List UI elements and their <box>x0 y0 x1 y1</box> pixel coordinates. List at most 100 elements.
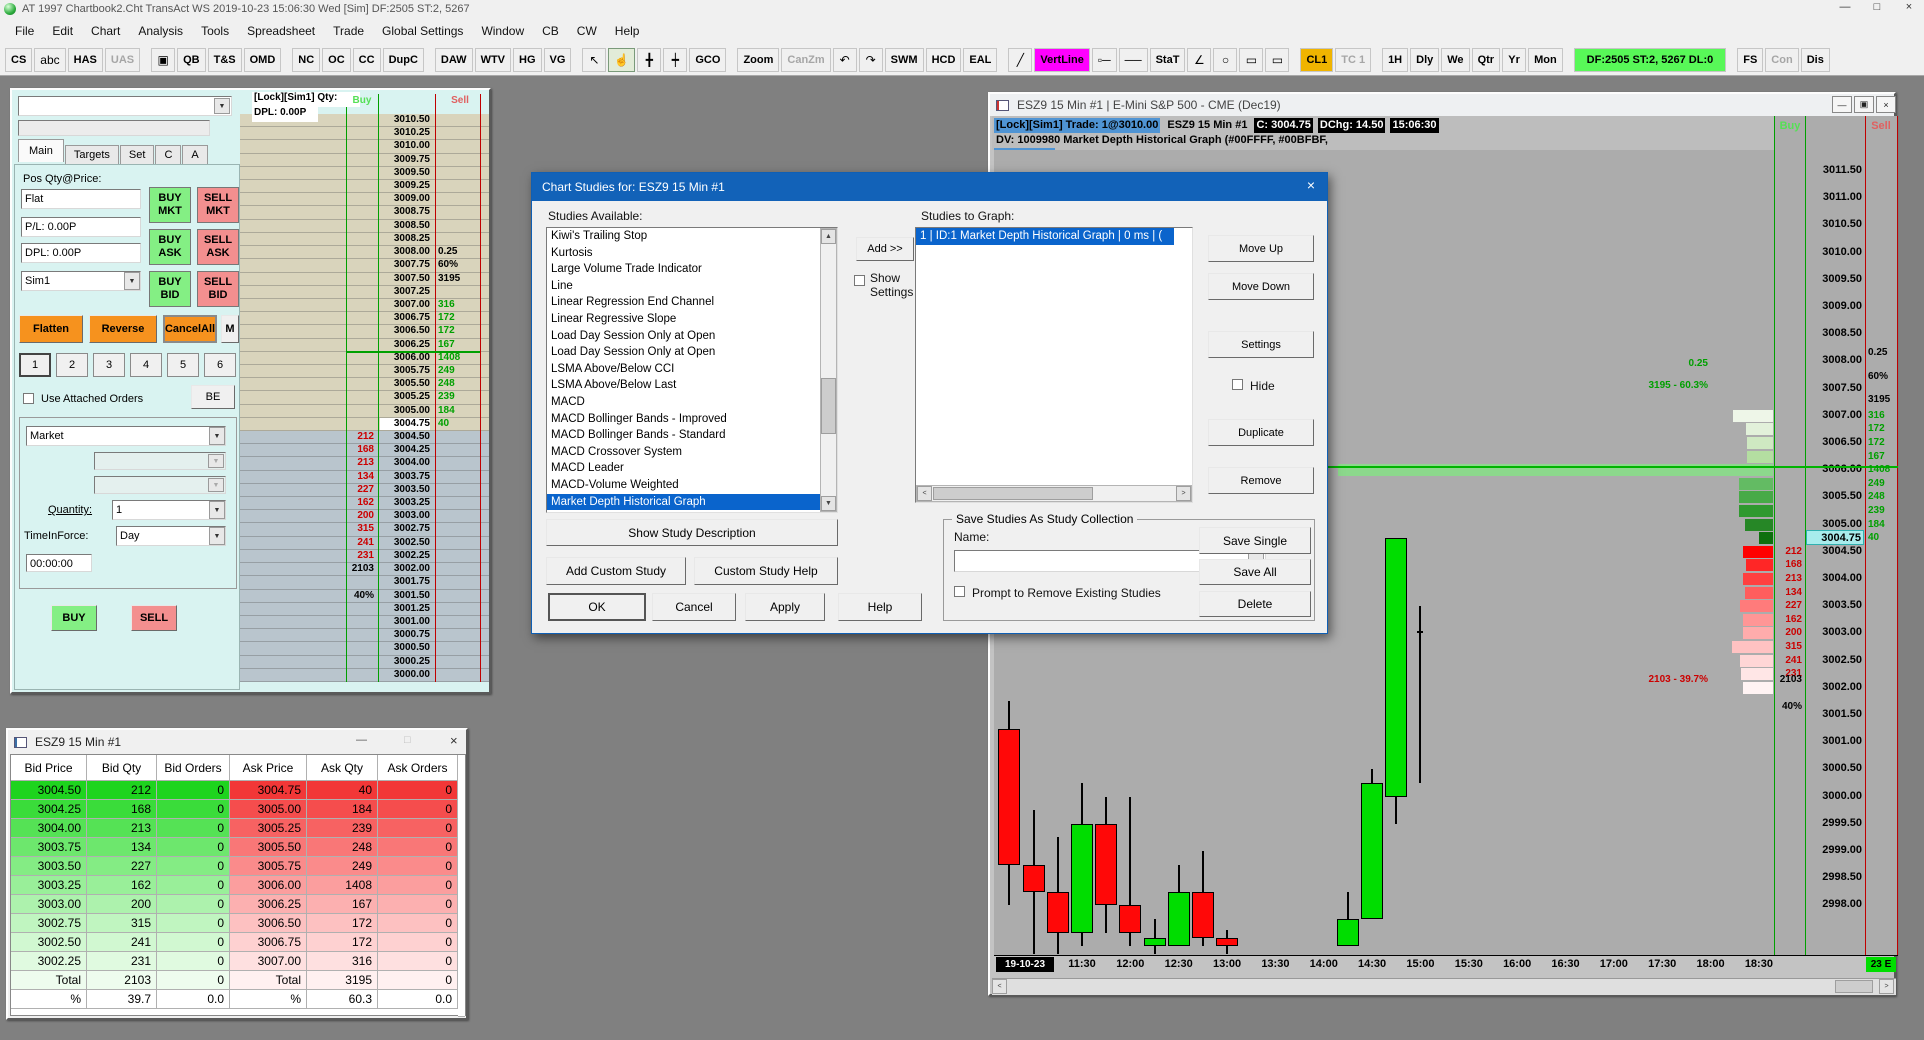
horizontal-line-icon[interactable]: ── <box>1119 48 1148 72</box>
buy-ask-button[interactable]: BUYASK <box>149 229 191 265</box>
sell-bid-button[interactable]: SELLBID <box>197 271 239 307</box>
chevron-down-icon[interactable]: ▼ <box>214 98 230 114</box>
toolbar-button-hcd[interactable]: HCD <box>926 48 962 72</box>
study-list-item[interactable]: Market Depth Historical Graph <box>547 494 820 511</box>
ladder-sell-qty[interactable]: 248 <box>438 378 478 390</box>
scroll-right-icon[interactable]: > <box>1879 979 1894 994</box>
study-list-item[interactable]: Kiwi's Trailing Stop <box>547 228 820 245</box>
spellcheck-icon[interactable]: abc <box>34 48 65 72</box>
toolbar-button-dis[interactable]: Dis <box>1801 48 1830 72</box>
ladder-price[interactable]: 3005.75 <box>380 365 430 377</box>
ladder-row[interactable] <box>240 140 489 153</box>
trendline-icon[interactable]: ╱ <box>1008 48 1032 72</box>
toolbar-button-con[interactable]: Con <box>1765 48 1798 72</box>
preset-5-button[interactable]: 5 <box>167 353 199 377</box>
redo-icon[interactable]: ↷ <box>859 48 883 72</box>
chevron-down-icon[interactable]: ▼ <box>124 272 140 290</box>
ladder-price[interactable]: 3001.75 <box>380 576 430 588</box>
save-all-button[interactable]: Save All <box>1199 559 1311 585</box>
reverse-button[interactable]: Reverse <box>89 315 157 343</box>
app-minimize-button[interactable]: — <box>1836 1 1854 13</box>
study-list-item[interactable]: Load Day Session Only at Open <box>547 328 820 345</box>
tab-targets[interactable]: Targets <box>65 145 119 164</box>
ladder-sell-qty[interactable]: 172 <box>438 312 478 324</box>
toolbar-button-eal[interactable]: EAL <box>963 48 997 72</box>
studies-available-list[interactable]: Kiwi's Trailing StopKurtosisLarge Volume… <box>546 227 838 513</box>
apply-button[interactable]: Apply <box>745 593 825 621</box>
ladder-row[interactable] <box>240 286 489 299</box>
rectangle-icon[interactable]: ▭ <box>1239 48 1263 72</box>
ladder-sell-qty[interactable]: 239 <box>438 391 478 403</box>
app-close-button[interactable]: × <box>1900 1 1918 13</box>
add-study-button[interactable]: Add >> <box>856 237 914 261</box>
prompt-remove-checkbox[interactable] <box>954 586 965 597</box>
ladder-sell-qty[interactable]: 184 <box>438 405 478 417</box>
ladder-price[interactable]: 3008.25 <box>380 233 430 245</box>
toolbar-button-canzm[interactable]: CanZm <box>781 48 830 72</box>
list-scrollbar[interactable] <box>820 228 837 512</box>
crosshair-icon[interactable]: ╋ <box>637 48 661 72</box>
toolbar-button-fs[interactable]: FS <box>1737 48 1763 72</box>
tab-c[interactable]: C <box>155 145 181 164</box>
ladder-sell-qty[interactable]: 249 <box>438 365 478 377</box>
ladder-sell-qty[interactable]: 316 <box>438 299 478 311</box>
graph-list-item[interactable]: 1 | ID:1 Market Depth Historical Graph |… <box>916 228 1174 245</box>
buy-button[interactable]: BUY <box>51 605 97 631</box>
tab-set[interactable]: Set <box>120 145 155 164</box>
toolbar-button-dly[interactable]: Dly <box>1410 48 1439 72</box>
scroll-left-icon[interactable]: < <box>992 979 1007 994</box>
anchored-line-icon[interactable]: ▫─ <box>1092 48 1117 72</box>
ladder-row[interactable] <box>240 669 489 682</box>
ladder-price[interactable]: 3010.25 <box>380 127 430 139</box>
ladder-price[interactable]: 3005.50 <box>380 378 430 390</box>
ladder-price[interactable]: 3009.75 <box>380 154 430 166</box>
sell-mkt-button[interactable]: SELLMKT <box>197 187 239 223</box>
ladder-sell-qty[interactable]: 40 <box>438 418 478 430</box>
save-single-button[interactable]: Save Single <box>1199 527 1311 554</box>
preset-4-button[interactable]: 4 <box>130 353 162 377</box>
tab-main[interactable]: Main <box>18 139 64 162</box>
toolbar-button-hg[interactable]: HG <box>513 48 542 72</box>
flatten-button[interactable]: Flatten <box>19 315 83 343</box>
ladder-sell-qty[interactable]: 1408 <box>438 352 478 364</box>
ladder-price[interactable]: 3006.25 <box>380 339 430 351</box>
settings-button[interactable]: Settings <box>1208 331 1314 358</box>
ladder-price[interactable]: 3003.00 <box>380 510 430 522</box>
toolbar-button-tc-1[interactable]: TC 1 <box>1335 48 1371 72</box>
ladder-row[interactable] <box>240 629 489 642</box>
ladder-price[interactable]: 3003.75 <box>380 471 430 483</box>
ladder-row[interactable] <box>240 127 489 140</box>
toolbar-button-we[interactable]: We <box>1441 48 1469 72</box>
toolbar-button-cs[interactable]: CS <box>5 48 32 72</box>
ladder-row[interactable] <box>240 154 489 167</box>
show-settings-checkbox[interactable] <box>854 275 865 286</box>
crosshair-pointer-icon[interactable]: ┿ <box>663 48 687 72</box>
menu-window[interactable]: Window <box>472 20 533 42</box>
move-up-button[interactable]: Move Up <box>1208 235 1314 262</box>
toolbar-button-zoom[interactable]: Zoom <box>737 48 779 72</box>
menu-cb[interactable]: CB <box>533 20 568 42</box>
ladder-row[interactable] <box>240 167 489 180</box>
toolbar-button-stat[interactable]: StaT <box>1150 48 1186 72</box>
ladder-price[interactable]: 3002.75 <box>380 523 430 535</box>
toolbar-button-wtv[interactable]: WTV <box>475 48 511 72</box>
ladder-sell-qty[interactable]: 3195 <box>438 273 478 285</box>
chevron-down-icon[interactable]: ▼ <box>209 427 225 445</box>
scroll-up-icon[interactable]: ▲ <box>821 229 836 244</box>
menu-analysis[interactable]: Analysis <box>129 20 192 42</box>
cancel-button[interactable]: Cancel <box>652 593 736 621</box>
ladder-sell-qty[interactable]: 167 <box>438 339 478 351</box>
menu-tools[interactable]: Tools <box>192 20 238 42</box>
toolbar-button-gco[interactable]: GCO <box>689 48 726 72</box>
ladder-price[interactable]: 3003.50 <box>380 484 430 496</box>
ladder-price[interactable]: 3006.75 <box>380 312 430 324</box>
ladder-price[interactable]: 3001.00 <box>380 616 430 628</box>
ladder-price[interactable]: 3001.50 <box>380 590 430 602</box>
ladder-price[interactable]: 3006.00 <box>380 352 430 364</box>
ladder-price[interactable]: 3004.00 <box>380 457 430 469</box>
scroll-thumb[interactable] <box>933 487 1093 500</box>
ladder-price[interactable]: 3006.50 <box>380 325 430 337</box>
tab-a[interactable]: A <box>182 145 207 164</box>
ladder-price[interactable]: 3010.00 <box>380 140 430 152</box>
time-field[interactable]: 00:00:00 <box>26 554 92 572</box>
